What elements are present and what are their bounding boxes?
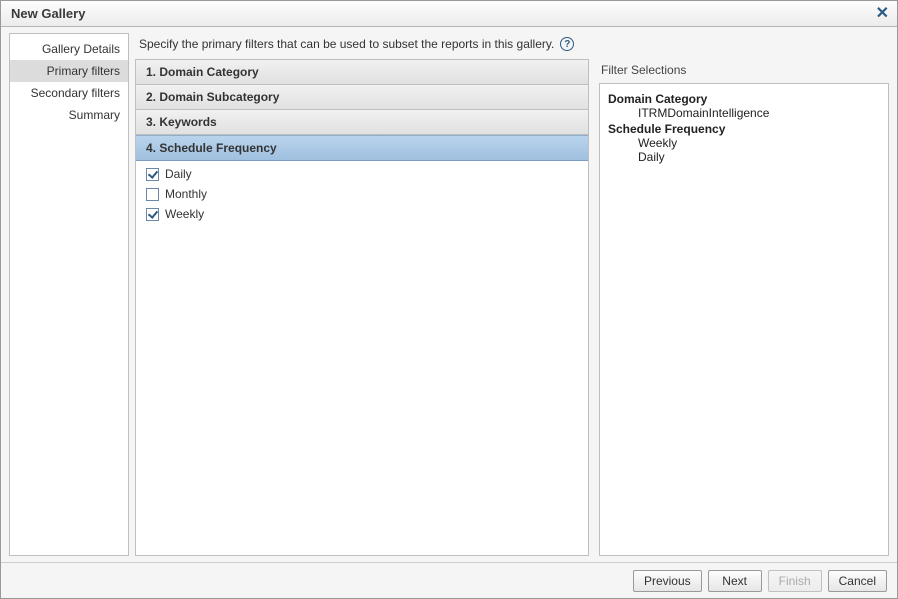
sidebar-item-gallery-details[interactable]: Gallery Details (10, 38, 128, 60)
selections-box: Domain Category ITRMDomainIntelligence S… (599, 83, 889, 556)
filter-accordion: 1. Domain Category 2. Domain Subcategory… (135, 59, 589, 556)
schedule-frequency-options: Daily Monthly Weekly (136, 161, 588, 227)
title-bar: New Gallery ✕ (1, 1, 897, 27)
help-icon[interactable]: ? (560, 37, 574, 51)
finish-button: Finish (768, 570, 822, 592)
selection-value: ITRMDomainIntelligence (638, 106, 880, 120)
dialog-title: New Gallery (11, 6, 85, 21)
filters-column: •••• •••• 1. Domain Category 2. Domain S… (135, 59, 589, 556)
filter-header-keywords[interactable]: 3. Keywords (136, 110, 588, 135)
selection-value: Daily (638, 150, 880, 164)
filter-header-domain-subcategory[interactable]: 2. Domain Subcategory (136, 85, 588, 110)
selections-column: Filter Selections Domain Category ITRMDo… (599, 59, 889, 556)
option-label: Monthly (165, 187, 207, 201)
sidebar-item-primary-filters[interactable]: Primary filters (10, 60, 128, 82)
selection-value: Weekly (638, 136, 880, 150)
option-weekly[interactable]: Weekly (146, 207, 578, 221)
instructions-label: Specify the primary filters that can be … (139, 37, 554, 51)
split-panel: •••• •••• 1. Domain Category 2. Domain S… (135, 59, 889, 556)
checkbox-monthly[interactable] (146, 188, 159, 201)
close-icon[interactable]: ✕ (876, 6, 889, 22)
content-area: Specify the primary filters that can be … (133, 27, 897, 562)
instructions-text: Specify the primary filters that can be … (135, 33, 889, 59)
checkbox-weekly[interactable] (146, 208, 159, 221)
option-label: Daily (165, 167, 192, 181)
wizard-steps-sidebar: Gallery Details Primary filters Secondar… (9, 33, 129, 556)
sidebar-item-secondary-filters[interactable]: Secondary filters (10, 82, 128, 104)
filter-header-schedule-frequency[interactable]: 4. Schedule Frequency (136, 135, 588, 161)
next-button[interactable]: Next (708, 570, 762, 592)
filter-header-domain-category[interactable]: 1. Domain Category (136, 60, 588, 85)
option-monthly[interactable]: Monthly (146, 187, 578, 201)
option-daily[interactable]: Daily (146, 167, 578, 181)
cancel-button[interactable]: Cancel (828, 570, 887, 592)
selections-title: Filter Selections (599, 59, 889, 83)
new-gallery-dialog: New Gallery ✕ Gallery Details Primary fi… (0, 0, 898, 599)
sidebar-item-summary[interactable]: Summary (10, 104, 128, 126)
dialog-body: Gallery Details Primary filters Secondar… (1, 27, 897, 562)
checkbox-daily[interactable] (146, 168, 159, 181)
selection-group-domain-category: Domain Category (608, 92, 880, 106)
previous-button[interactable]: Previous (633, 570, 702, 592)
filter-spacer (136, 227, 588, 555)
option-label: Weekly (165, 207, 204, 221)
button-bar: Previous Next Finish Cancel (1, 562, 897, 598)
selection-group-schedule-frequency: Schedule Frequency (608, 122, 880, 136)
